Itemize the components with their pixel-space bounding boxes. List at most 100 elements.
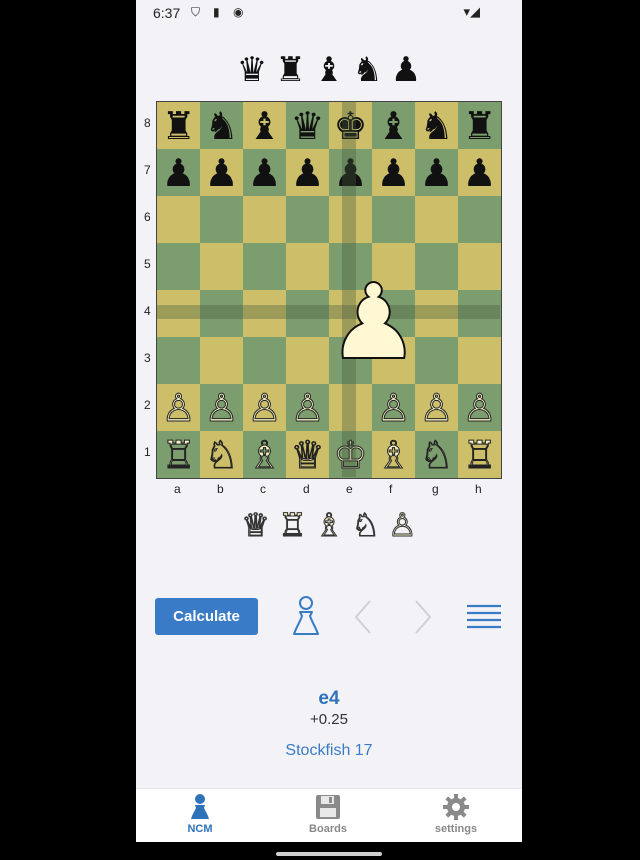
square-e2[interactable]	[329, 384, 372, 431]
black-piece[interactable]: ♜	[462, 107, 496, 145]
square-h4[interactable]	[458, 290, 501, 337]
square-d8[interactable]: ♛	[286, 102, 329, 149]
white-piece[interactable]: ♙	[204, 388, 239, 427]
square-c7[interactable]: ♟	[243, 149, 286, 196]
square-d1[interactable]: ♕	[286, 431, 329, 478]
square-b1[interactable]: ♘	[200, 431, 243, 478]
black-piece[interactable]: ♚	[333, 107, 367, 145]
bottom-navigation: NCM Boards settings	[136, 788, 522, 842]
black-piece[interactable]: ♟	[161, 154, 195, 192]
white-piece[interactable]: ♗	[247, 435, 282, 474]
square-c5[interactable]	[243, 243, 286, 290]
white-piece[interactable]: ♔	[333, 435, 368, 474]
white-piece[interactable]: ♘	[204, 435, 239, 474]
square-g8[interactable]: ♞	[415, 102, 458, 149]
square-c3[interactable]	[243, 337, 286, 384]
black-piece[interactable]: ♟	[462, 154, 496, 192]
black-piece[interactable]: ♟	[419, 154, 453, 192]
black-piece[interactable]: ♟	[376, 154, 410, 192]
black-piece[interactable]: ♜	[161, 107, 195, 145]
square-d3[interactable]	[286, 337, 329, 384]
square-d2[interactable]: ♙	[286, 384, 329, 431]
square-g7[interactable]: ♟	[415, 149, 458, 196]
square-a6[interactable]	[157, 196, 200, 243]
black-piece[interactable]: ♝	[376, 107, 410, 145]
white-piece[interactable]: ♙	[419, 388, 454, 427]
square-g5[interactable]	[415, 243, 458, 290]
square-c2[interactable]: ♙	[243, 384, 286, 431]
black-piece[interactable]: ♟	[247, 154, 281, 192]
white-piece[interactable]: ♖	[462, 435, 497, 474]
square-f6[interactable]	[372, 196, 415, 243]
black-piece[interactable]: ♟	[290, 154, 324, 192]
square-b4[interactable]	[200, 290, 243, 337]
square-c6[interactable]	[243, 196, 286, 243]
square-h8[interactable]: ♜	[458, 102, 501, 149]
square-a3[interactable]	[157, 337, 200, 384]
square-b3[interactable]	[200, 337, 243, 384]
square-e1[interactable]: ♔	[329, 431, 372, 478]
black-piece[interactable]: ♞	[204, 107, 238, 145]
square-g1[interactable]: ♘	[415, 431, 458, 478]
square-b5[interactable]	[200, 243, 243, 290]
white-piece[interactable]: ♖	[161, 435, 196, 474]
square-b2[interactable]: ♙	[200, 384, 243, 431]
square-b7[interactable]: ♟	[200, 149, 243, 196]
black-piece[interactable]: ♞	[419, 107, 453, 145]
nav-item-ncm[interactable]: NCM	[155, 793, 245, 835]
square-e7[interactable]: ♟	[329, 149, 372, 196]
white-piece[interactable]: ♙	[247, 388, 282, 427]
square-e6[interactable]	[329, 196, 372, 243]
black-piece[interactable]: ♛	[290, 107, 324, 145]
white-piece[interactable]: ♗	[376, 435, 411, 474]
menu-icon[interactable]	[466, 602, 502, 632]
square-c8[interactable]: ♝	[243, 102, 286, 149]
white-piece[interactable]: ♕	[290, 435, 325, 474]
square-h1[interactable]: ♖	[458, 431, 501, 478]
square-d7[interactable]: ♟	[286, 149, 329, 196]
black-piece[interactable]: ♟	[204, 154, 238, 192]
white-piece[interactable]: ♙	[161, 388, 196, 427]
square-h7[interactable]: ♟	[458, 149, 501, 196]
square-g3[interactable]	[415, 337, 458, 384]
square-a7[interactable]: ♟	[157, 149, 200, 196]
white-piece[interactable]: ♘	[419, 435, 454, 474]
nav-item-boards[interactable]: Boards	[283, 793, 373, 835]
white-piece[interactable]: ♙	[376, 388, 411, 427]
square-b8[interactable]: ♞	[200, 102, 243, 149]
engine-name[interactable]: Stockfish 17	[136, 742, 522, 760]
square-c1[interactable]: ♗	[243, 431, 286, 478]
square-g4[interactable]	[415, 290, 458, 337]
white-piece[interactable]: ♙	[290, 388, 325, 427]
calculate-button[interactable]: Calculate	[155, 598, 258, 635]
black-piece[interactable]: ♝	[247, 107, 281, 145]
square-h6[interactable]	[458, 196, 501, 243]
square-a5[interactable]	[157, 243, 200, 290]
nav-item-settings[interactable]: settings	[411, 793, 501, 835]
square-a4[interactable]	[157, 290, 200, 337]
square-a2[interactable]: ♙	[157, 384, 200, 431]
square-g2[interactable]: ♙	[415, 384, 458, 431]
dragged-pawn[interactable]: ♟	[326, 269, 421, 375]
square-c4[interactable]	[243, 290, 286, 337]
square-f8[interactable]: ♝	[372, 102, 415, 149]
square-g6[interactable]	[415, 196, 458, 243]
chevron-right-icon[interactable]	[408, 597, 438, 637]
square-d6[interactable]	[286, 196, 329, 243]
black-piece[interactable]: ♟	[333, 154, 367, 192]
square-f2[interactable]: ♙	[372, 384, 415, 431]
square-h3[interactable]	[458, 337, 501, 384]
square-h2[interactable]: ♙	[458, 384, 501, 431]
chevron-left-icon[interactable]	[348, 597, 378, 637]
square-a8[interactable]: ♜	[157, 102, 200, 149]
square-a1[interactable]: ♖	[157, 431, 200, 478]
square-h5[interactable]	[458, 243, 501, 290]
white-piece[interactable]: ♙	[462, 388, 497, 427]
square-d5[interactable]	[286, 243, 329, 290]
pawn-icon[interactable]	[288, 594, 324, 638]
square-b6[interactable]	[200, 196, 243, 243]
square-e8[interactable]: ♚	[329, 102, 372, 149]
square-f1[interactable]: ♗	[372, 431, 415, 478]
square-f7[interactable]: ♟	[372, 149, 415, 196]
square-d4[interactable]	[286, 290, 329, 337]
